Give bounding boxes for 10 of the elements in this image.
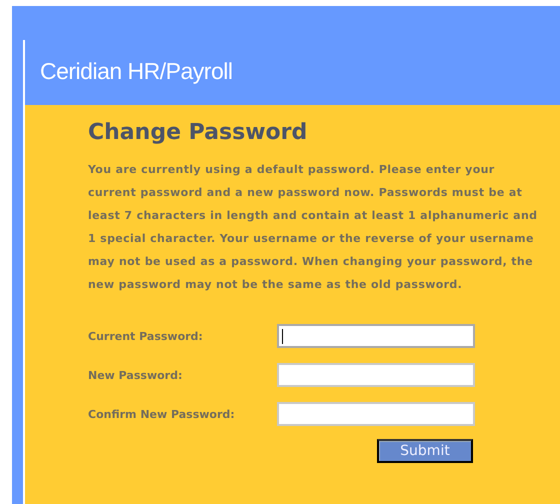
- field-label: New Password:: [88, 368, 184, 382]
- field-label: Confirm New Password:: [88, 408, 236, 420]
- app-title: Ceridian HR/Payroll: [40, 58, 232, 85]
- page-heading: Change Password: [88, 120, 308, 145]
- field-label: Current Password:: [88, 330, 204, 342]
- password-field[interactable]: [277, 402, 475, 426]
- password-field[interactable]: [277, 324, 475, 348]
- instructions-text: You are currently using a default password. Please enter your current password and a new password now. Passwords must be at least 7 characters in length and contain at least 1 alphanumeric and 1 special character. Your username or the reverse of your username may not be used as a password. When changing your password, the new password may not be the same as the old password.: [88, 162, 538, 293]
- password-field[interactable]: [277, 363, 475, 387]
- submit-button[interactable]: Submit: [377, 439, 473, 463]
